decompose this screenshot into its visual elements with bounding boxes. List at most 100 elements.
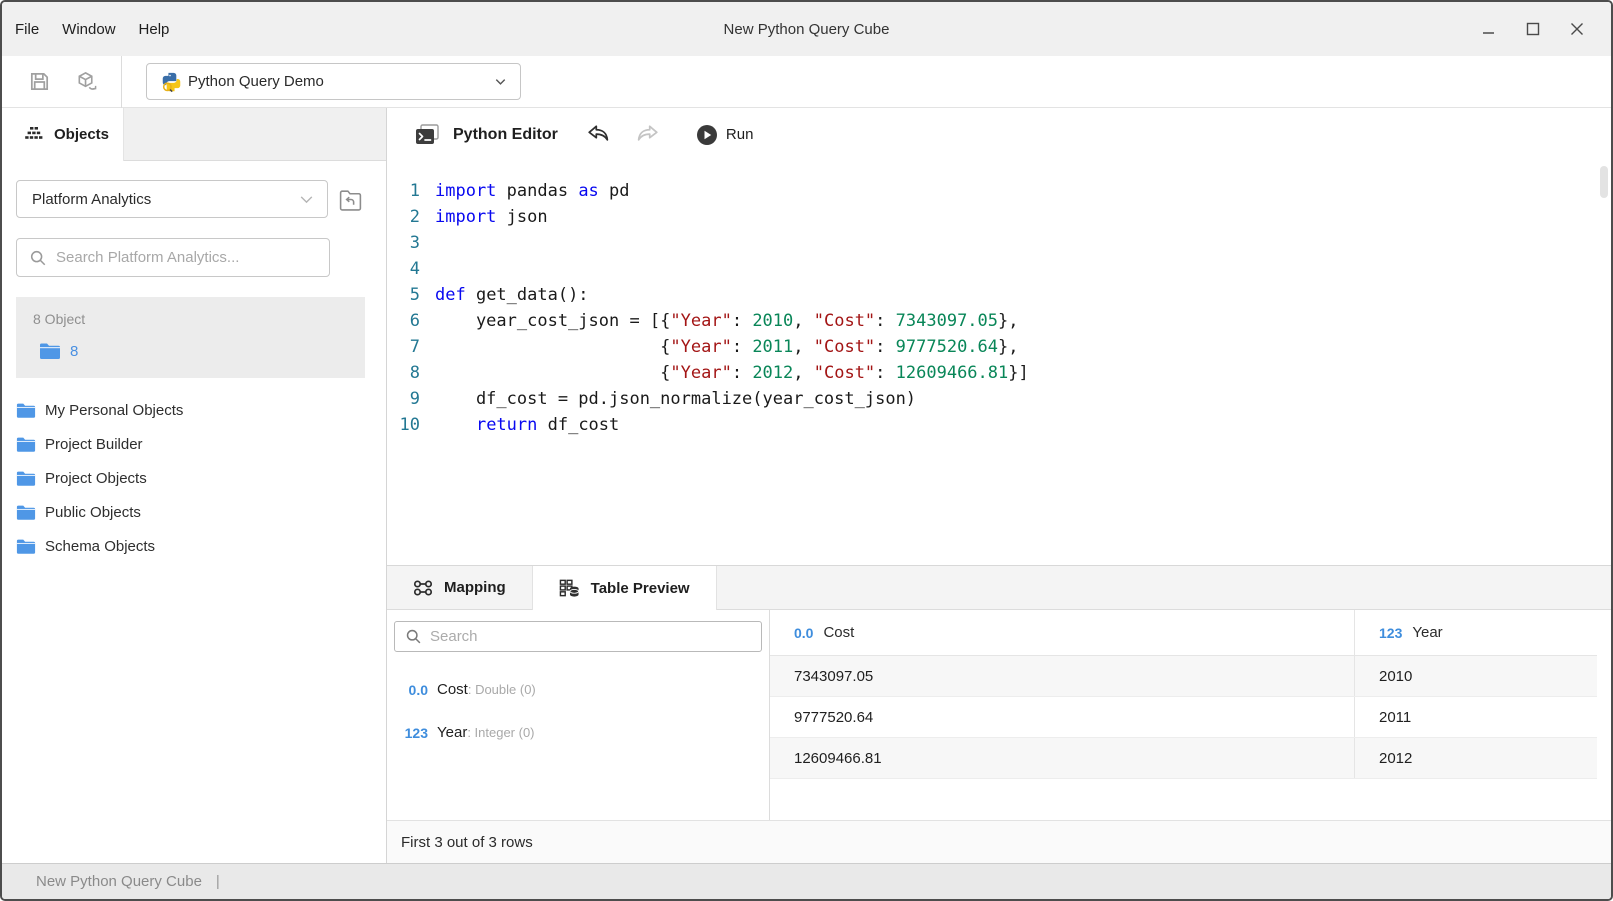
cell-cost: 12609466.81: [770, 738, 1355, 778]
python-editor-title: Python Editor: [453, 126, 558, 144]
status-bar-separator: |: [216, 873, 220, 890]
tab-objects-label: Objects: [54, 126, 109, 143]
sidebar-folder-item[interactable]: Project Builder: [16, 427, 372, 461]
result-folder-item[interactable]: 8: [39, 342, 348, 360]
bottom-tab-bar: Mapping: [387, 566, 1611, 610]
folder-icon: [16, 538, 36, 555]
type-badge: 0.0: [398, 682, 428, 698]
code-editor[interactable]: 1import pandas as pd2import json345def g…: [387, 161, 1611, 565]
sidebar-folder-item[interactable]: Public Objects: [16, 495, 372, 529]
line-number: 2: [387, 204, 435, 230]
tab-mapping[interactable]: Mapping: [387, 566, 532, 609]
objects-sidebar: Objects Platform Analytics: [2, 108, 387, 863]
tab-objects[interactable]: Objects: [2, 108, 124, 161]
double-type-icon: 0.0: [794, 625, 813, 641]
column-header-cost[interactable]: 0.0 Cost: [770, 610, 1355, 655]
folder-label: Project Builder: [45, 436, 143, 453]
code-text: df_cost = pd.json_normalize(year_cost_js…: [435, 386, 916, 412]
redo-button[interactable]: [630, 118, 664, 152]
status-bar-text: New Python Query Cube: [36, 873, 202, 890]
line-number: 10: [387, 412, 435, 438]
folder-icon: [16, 402, 36, 419]
code-line[interactable]: 4: [387, 256, 1611, 282]
field-meta: : Integer (0): [467, 725, 534, 740]
folder-icon: [39, 342, 61, 360]
sidebar-folder-item[interactable]: My Personal Objects: [16, 393, 372, 427]
column-header-year[interactable]: 123 Year: [1355, 610, 1597, 655]
dataset-selector-dropdown[interactable]: Python Query Demo: [146, 63, 521, 100]
folder-icon: [16, 470, 36, 487]
code-line[interactable]: 6 year_cost_json = [{"Year": 2010, "Cost…: [387, 308, 1611, 334]
line-number: 4: [387, 256, 435, 282]
sidebar-folder-item[interactable]: Project Objects: [16, 461, 372, 495]
folder-label: Public Objects: [45, 504, 141, 521]
minimize-button[interactable]: [1475, 15, 1503, 43]
main-area: Objects Platform Analytics: [2, 108, 1611, 863]
table-row[interactable]: 9777520.642011: [770, 697, 1597, 738]
cube-refresh-icon: [75, 70, 98, 93]
tab-table-preview[interactable]: Table Preview: [532, 566, 717, 610]
undo-icon: [586, 123, 612, 147]
cube-refresh-button[interactable]: [69, 65, 103, 99]
code-text: def get_data():: [435, 282, 589, 308]
menu-window[interactable]: Window: [62, 21, 115, 38]
field-name: Cost: [437, 681, 468, 698]
line-number: 9: [387, 386, 435, 412]
menu-bar: File Window Help New Python Query Cube: [2, 2, 1611, 56]
maximize-button[interactable]: [1519, 15, 1547, 43]
column-label-year: Year: [1412, 624, 1442, 641]
run-button-label: Run: [726, 126, 754, 143]
menu-help[interactable]: Help: [139, 21, 170, 38]
code-text: {"Year": 2012, "Cost": 12609466.81}]: [435, 360, 1029, 386]
field-list: 0.0Cost: Double (0)123Year: Integer (0): [394, 668, 762, 754]
sidebar-content: Platform Analytics: [2, 161, 386, 863]
menu-items: File Window Help: [2, 21, 192, 38]
save-button[interactable]: [22, 65, 56, 99]
undo-button[interactable]: [582, 118, 616, 152]
folder-label: Schema Objects: [45, 538, 155, 555]
search-icon: [405, 628, 422, 645]
code-line[interactable]: 8 {"Year": 2012, "Cost": 12609466.81}]: [387, 360, 1611, 386]
code-line[interactable]: 5def get_data():: [387, 282, 1611, 308]
menu-file[interactable]: File: [15, 21, 39, 38]
cell-year: 2010: [1355, 656, 1597, 696]
folder-label: Project Objects: [45, 470, 147, 487]
code-line[interactable]: 9 df_cost = pd.json_normalize(year_cost_…: [387, 386, 1611, 412]
preview-table: 0.0 Cost 123 Year 7343097.0520109777520.…: [770, 610, 1597, 779]
code-line[interactable]: 3: [387, 230, 1611, 256]
line-number: 7: [387, 334, 435, 360]
field-name: Year: [437, 724, 467, 741]
editor-scrollbar-thumb[interactable]: [1600, 166, 1608, 198]
table-row[interactable]: 7343097.052010: [770, 656, 1597, 697]
folder-up-button[interactable]: [336, 185, 364, 213]
window-title: New Python Query Cube: [2, 21, 1611, 38]
save-icon: [28, 70, 51, 93]
python-query-icon: [161, 71, 182, 93]
table-row[interactable]: 12609466.812012: [770, 738, 1597, 779]
fields-search-input[interactable]: [430, 628, 751, 645]
code-line[interactable]: 10 return df_cost: [387, 412, 1611, 438]
field-item[interactable]: 123Year: Integer (0): [398, 711, 762, 754]
line-number: 8: [387, 360, 435, 386]
code-text: {"Year": 2011, "Cost": 9777520.64},: [435, 334, 1019, 360]
table-preview-content: 0.0Cost: Double (0)123Year: Integer (0) …: [387, 610, 1611, 820]
field-item[interactable]: 0.0Cost: Double (0): [398, 668, 762, 711]
terminal-icon: [414, 123, 440, 147]
tab-table-preview-label: Table Preview: [591, 580, 690, 597]
code-line[interactable]: 2import json: [387, 204, 1611, 230]
run-button[interactable]: Run: [696, 124, 754, 146]
line-number: 6: [387, 308, 435, 334]
code-line[interactable]: 7 {"Year": 2011, "Cost": 9777520.64},: [387, 334, 1611, 360]
sidebar-search-input[interactable]: [56, 249, 319, 266]
close-button[interactable]: [1563, 15, 1591, 43]
status-bar: New Python Query Cube |: [2, 863, 1611, 899]
code-line[interactable]: 1import pandas as pd: [387, 178, 1611, 204]
sidebar-folder-item[interactable]: Schema Objects: [16, 529, 372, 563]
app-window: File Window Help New Python Query Cube: [0, 0, 1613, 901]
cell-year: 2012: [1355, 738, 1597, 778]
source-dropdown[interactable]: Platform Analytics: [16, 180, 328, 218]
line-number: 3: [387, 230, 435, 256]
python-editor-header: Python Editor Run: [387, 108, 1611, 161]
mapping-icon: [413, 578, 433, 598]
fields-search-box: [394, 621, 762, 652]
